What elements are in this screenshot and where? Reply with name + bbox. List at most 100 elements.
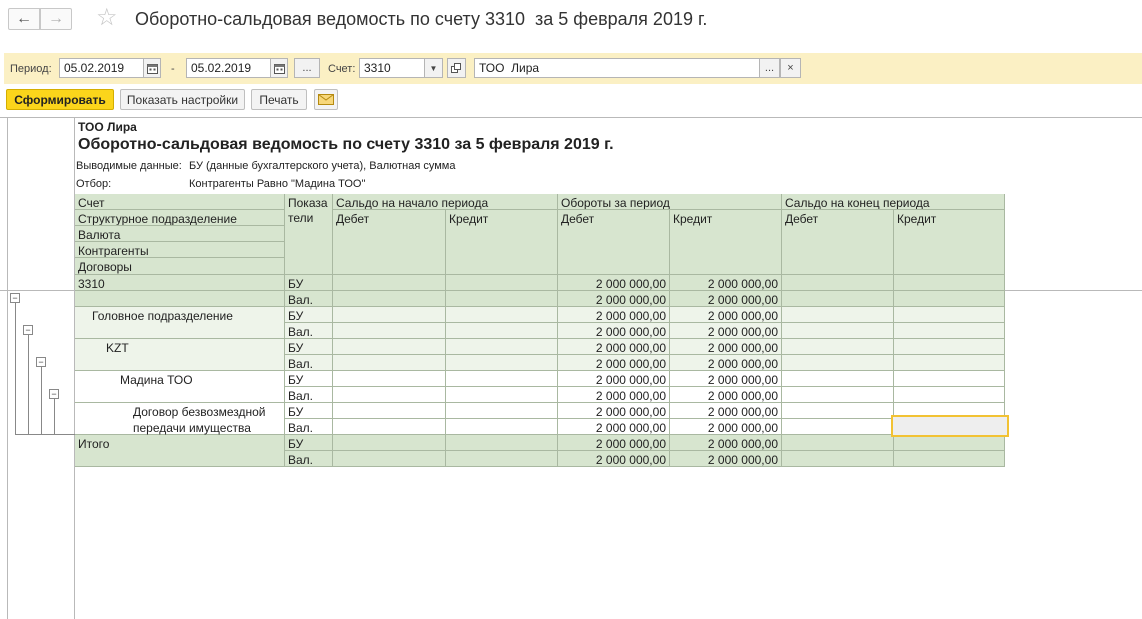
selected-cell[interactable]	[891, 415, 1009, 437]
account-row-val-col-1[interactable]	[333, 291, 446, 307]
account-row-col-4[interactable]: 2 000 000,00	[670, 275, 782, 291]
currency-row-val-col-2[interactable]	[446, 355, 558, 371]
contract-row-val-col-5[interactable]	[782, 419, 894, 435]
favorite-star-icon[interactable]: ☆	[96, 4, 118, 32]
currency-row-val-col-6[interactable]	[894, 355, 1005, 371]
account-row-val-col-2[interactable]	[446, 291, 558, 307]
date-from-input[interactable]: 05.02.2019	[59, 58, 144, 78]
contract-row-val-col-1[interactable]	[333, 419, 446, 435]
contract-row-val-col-4[interactable]: 2 000 000,00	[670, 419, 782, 435]
counterparty-row-col-6[interactable]	[894, 371, 1005, 387]
collapse-account-group[interactable]: −	[10, 293, 20, 303]
counterparty-row-val-col-1[interactable]	[333, 387, 446, 403]
back-button[interactable]: ←	[8, 8, 40, 30]
show-settings-button[interactable]: Показать настройки	[120, 89, 245, 110]
total-row-val-col-6[interactable]	[894, 451, 1005, 467]
account-row-val-col-4[interactable]: 2 000 000,00	[670, 291, 782, 307]
total-row-val-col-5[interactable]	[782, 451, 894, 467]
account-open-button[interactable]	[447, 58, 466, 78]
contract-row-col-2[interactable]	[446, 403, 558, 419]
total-row-col-4[interactable]: 2 000 000,00	[670, 435, 782, 451]
division-row-col-2[interactable]	[446, 307, 558, 323]
generate-button[interactable]: Сформировать	[6, 89, 114, 110]
division-row-indicator[interactable]: БУ	[285, 307, 333, 323]
account-row-val-col-6[interactable]	[894, 291, 1005, 307]
currency-row-col-2[interactable]	[446, 339, 558, 355]
total-row-col-5[interactable]	[782, 435, 894, 451]
currency-row-val-indicator[interactable]: Вал.	[285, 355, 333, 371]
account-row-col-5[interactable]	[782, 275, 894, 291]
calendar-from-button[interactable]	[143, 58, 161, 78]
account-row-col-2[interactable]	[446, 275, 558, 291]
row-label-cell[interactable]	[75, 275, 285, 291]
currency-row-col-6[interactable]	[894, 339, 1005, 355]
account-row-col-6[interactable]	[894, 275, 1005, 291]
counterparty-row-indicator[interactable]: БУ	[285, 371, 333, 387]
account-row-col-3[interactable]: 2 000 000,00	[558, 275, 670, 291]
account-row-indicator[interactable]: БУ	[285, 275, 333, 291]
counterparty-row-col-4[interactable]: 2 000 000,00	[670, 371, 782, 387]
contract-row-col-3[interactable]: 2 000 000,00	[558, 403, 670, 419]
total-row-val-col-1[interactable]	[333, 451, 446, 467]
total-row-col-6[interactable]	[894, 435, 1005, 451]
total-row-val-col-3[interactable]: 2 000 000,00	[558, 451, 670, 467]
account-input[interactable]: 3310	[359, 58, 425, 78]
currency-row-indicator[interactable]: БУ	[285, 339, 333, 355]
division-row-val-indicator[interactable]: Вал.	[285, 323, 333, 339]
total-row-val-col-4[interactable]: 2 000 000,00	[670, 451, 782, 467]
currency-row-col-3[interactable]: 2 000 000,00	[558, 339, 670, 355]
organization-input[interactable]: ТОО Лира	[474, 58, 760, 78]
account-row-val-col-3[interactable]: 2 000 000,00	[558, 291, 670, 307]
division-row-val-col-5[interactable]	[782, 323, 894, 339]
account-dropdown-button[interactable]: ▼	[424, 58, 443, 78]
currency-row-col-4[interactable]: 2 000 000,00	[670, 339, 782, 355]
counterparty-row-val-col-6[interactable]	[894, 387, 1005, 403]
contract-row-val-col-3[interactable]: 2 000 000,00	[558, 419, 670, 435]
total-row-indicator[interactable]: БУ	[285, 435, 333, 451]
division-row-col-6[interactable]	[894, 307, 1005, 323]
currency-row-col-5[interactable]	[782, 339, 894, 355]
account-row-val-indicator[interactable]: Вал.	[285, 291, 333, 307]
division-row-col-3[interactable]: 2 000 000,00	[558, 307, 670, 323]
division-row-val-col-3[interactable]: 2 000 000,00	[558, 323, 670, 339]
print-button[interactable]: Печать	[251, 89, 307, 110]
counterparty-row-col-5[interactable]	[782, 371, 894, 387]
calendar-to-button[interactable]	[270, 58, 288, 78]
counterparty-row-val-col-2[interactable]	[446, 387, 558, 403]
contract-row-val-indicator[interactable]: Вал.	[285, 419, 333, 435]
row-label-cell[interactable]	[75, 291, 285, 307]
division-row-col-1[interactable]	[333, 307, 446, 323]
division-row-val-col-1[interactable]	[333, 323, 446, 339]
contract-row-col-4[interactable]: 2 000 000,00	[670, 403, 782, 419]
division-row-val-col-6[interactable]	[894, 323, 1005, 339]
organization-clear-button[interactable]: ×	[780, 58, 801, 78]
counterparty-row-val-col-5[interactable]	[782, 387, 894, 403]
account-row-val-col-5[interactable]	[782, 291, 894, 307]
currency-row-val-col-3[interactable]: 2 000 000,00	[558, 355, 670, 371]
collapse-counterparty-group[interactable]: −	[49, 389, 59, 399]
forward-button[interactable]: →	[40, 8, 72, 30]
division-row-col-5[interactable]	[782, 307, 894, 323]
counterparty-row-val-col-4[interactable]: 2 000 000,00	[670, 387, 782, 403]
counterparty-row-col-2[interactable]	[446, 371, 558, 387]
collapse-currency-group[interactable]: −	[36, 357, 46, 367]
counterparty-row-col-1[interactable]	[333, 371, 446, 387]
contract-row-indicator[interactable]: БУ	[285, 403, 333, 419]
contract-row-val-col-2[interactable]	[446, 419, 558, 435]
contract-row-col-5[interactable]	[782, 403, 894, 419]
contract-row-col-1[interactable]	[333, 403, 446, 419]
total-row-col-2[interactable]	[446, 435, 558, 451]
period-select-button[interactable]: ...	[294, 58, 320, 78]
counterparty-row-col-3[interactable]: 2 000 000,00	[558, 371, 670, 387]
currency-row-col-1[interactable]	[333, 339, 446, 355]
counterparty-row-val-col-3[interactable]: 2 000 000,00	[558, 387, 670, 403]
total-row-val-indicator[interactable]: Вал.	[285, 451, 333, 467]
total-row-col-1[interactable]	[333, 435, 446, 451]
currency-row-val-col-4[interactable]: 2 000 000,00	[670, 355, 782, 371]
account-row-col-1[interactable]	[333, 275, 446, 291]
division-row-val-col-2[interactable]	[446, 323, 558, 339]
send-email-button[interactable]	[314, 89, 338, 110]
division-row-val-col-4[interactable]: 2 000 000,00	[670, 323, 782, 339]
total-row-col-3[interactable]: 2 000 000,00	[558, 435, 670, 451]
currency-row-val-col-5[interactable]	[782, 355, 894, 371]
